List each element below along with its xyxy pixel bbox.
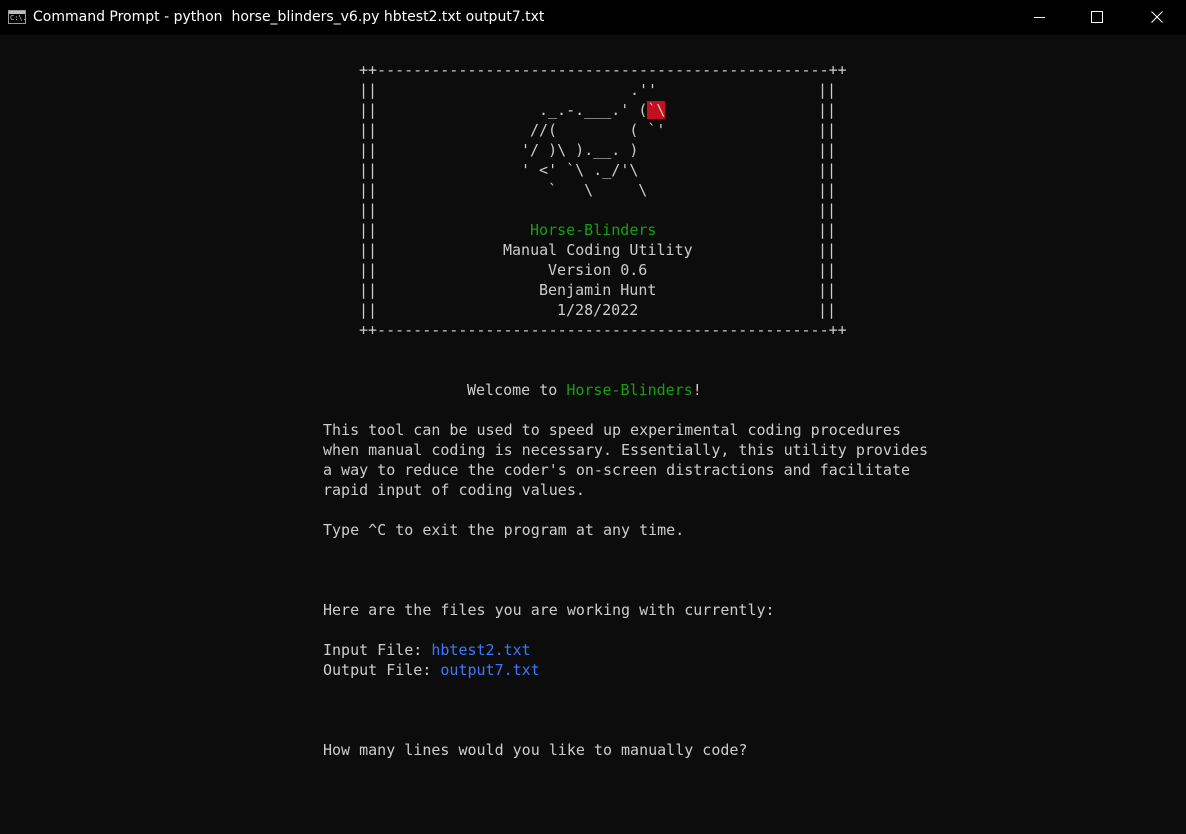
banner-side: || xyxy=(359,241,378,259)
art-line: .'' xyxy=(630,81,658,99)
welcome-suffix: ! xyxy=(692,381,702,399)
maximize-icon xyxy=(1091,11,1103,23)
app-version: Version 0.6 xyxy=(548,261,648,279)
exit-hint: Type ^C to exit the program at any time. xyxy=(323,521,685,539)
banner-side: || xyxy=(818,261,837,279)
banner-side: || xyxy=(359,161,378,179)
maximize-button[interactable] xyxy=(1074,0,1120,35)
title-bar[interactable]: C:\. Command Prompt - python horse_blind… xyxy=(0,0,1186,35)
horse-eye-highlight: `\ xyxy=(647,101,666,119)
banner-side: || xyxy=(359,81,378,99)
app-name: Horse-Blinders xyxy=(530,221,657,239)
output-file-label: Output File: xyxy=(323,661,441,679)
banner-side: || xyxy=(359,181,378,199)
close-button[interactable] xyxy=(1134,0,1180,35)
minimize-button[interactable] xyxy=(1017,0,1063,35)
banner-side: || xyxy=(818,81,837,99)
art-line: ` \ \ xyxy=(548,181,648,199)
banner-side: || xyxy=(359,201,378,219)
command-prompt-icon[interactable]: C:\. xyxy=(8,10,27,24)
close-icon xyxy=(1151,11,1163,23)
banner-side: || xyxy=(359,221,378,239)
banner-side: || xyxy=(818,201,837,219)
output-file-line: Output File: output7.txt xyxy=(323,660,540,680)
art-segment: ._.-.___.' ( xyxy=(539,101,648,119)
art-line: ' <' `\ ._/'\ xyxy=(521,161,639,179)
banner-border-top: ++--------------------------------------… xyxy=(359,61,847,79)
art-line: //( ( `' xyxy=(530,121,666,139)
banner-side: || xyxy=(359,301,378,319)
app-subtitle: Manual Coding Utility xyxy=(503,241,693,259)
banner-side: || xyxy=(818,161,837,179)
art-line: '/ )\ ).__. ) xyxy=(521,141,639,159)
banner-side: || xyxy=(818,101,837,119)
banner-side: || xyxy=(818,121,837,139)
banner-side: || xyxy=(359,261,378,279)
description-line: rapid input of coding values. xyxy=(323,481,585,499)
banner-side: || xyxy=(818,141,837,159)
banner-side: || xyxy=(359,101,378,119)
banner-side: || xyxy=(818,221,837,239)
input-file-label: Input File: xyxy=(323,641,432,659)
banner-border-bottom: ++--------------------------------------… xyxy=(359,321,847,339)
description-line: when manual coding is necessary. Essenti… xyxy=(323,441,929,459)
input-prompt[interactable]: How many lines would you like to manuall… xyxy=(323,740,747,760)
banner-side: || xyxy=(359,121,378,139)
app-author: Benjamin Hunt xyxy=(539,281,657,299)
welcome-app-name: Horse-Blinders xyxy=(566,381,693,399)
output-file-name: output7.txt xyxy=(440,661,540,679)
description-line: This tool can be used to speed up experi… xyxy=(323,421,901,439)
input-file-line: Input File: hbtest2.txt xyxy=(323,640,531,660)
app-date: 1/28/2022 xyxy=(557,301,639,319)
icon-label: C:\. xyxy=(10,14,27,22)
banner-side: || xyxy=(818,181,837,199)
banner-side: || xyxy=(818,281,837,299)
command-prompt-window: C:\. Command Prompt - python horse_blind… xyxy=(0,0,1186,834)
minimize-icon xyxy=(1034,17,1045,18)
files-heading: Here are the files you are working with … xyxy=(323,601,775,619)
window-title: Command Prompt - python horse_blinders_v… xyxy=(33,9,545,25)
welcome-message: Welcome to Horse-Blinders! xyxy=(467,380,702,400)
art-line: ._.-.___.' (`\ xyxy=(539,100,666,120)
description-line: a way to reduce the coder's on-screen di… xyxy=(323,461,910,479)
banner-side: || xyxy=(818,301,837,319)
input-file-name: hbtest2.txt xyxy=(431,641,531,659)
banner-side: || xyxy=(359,141,378,159)
welcome-prefix: Welcome to xyxy=(467,381,567,399)
banner-side: || xyxy=(359,281,378,299)
banner-side: || xyxy=(818,241,837,259)
